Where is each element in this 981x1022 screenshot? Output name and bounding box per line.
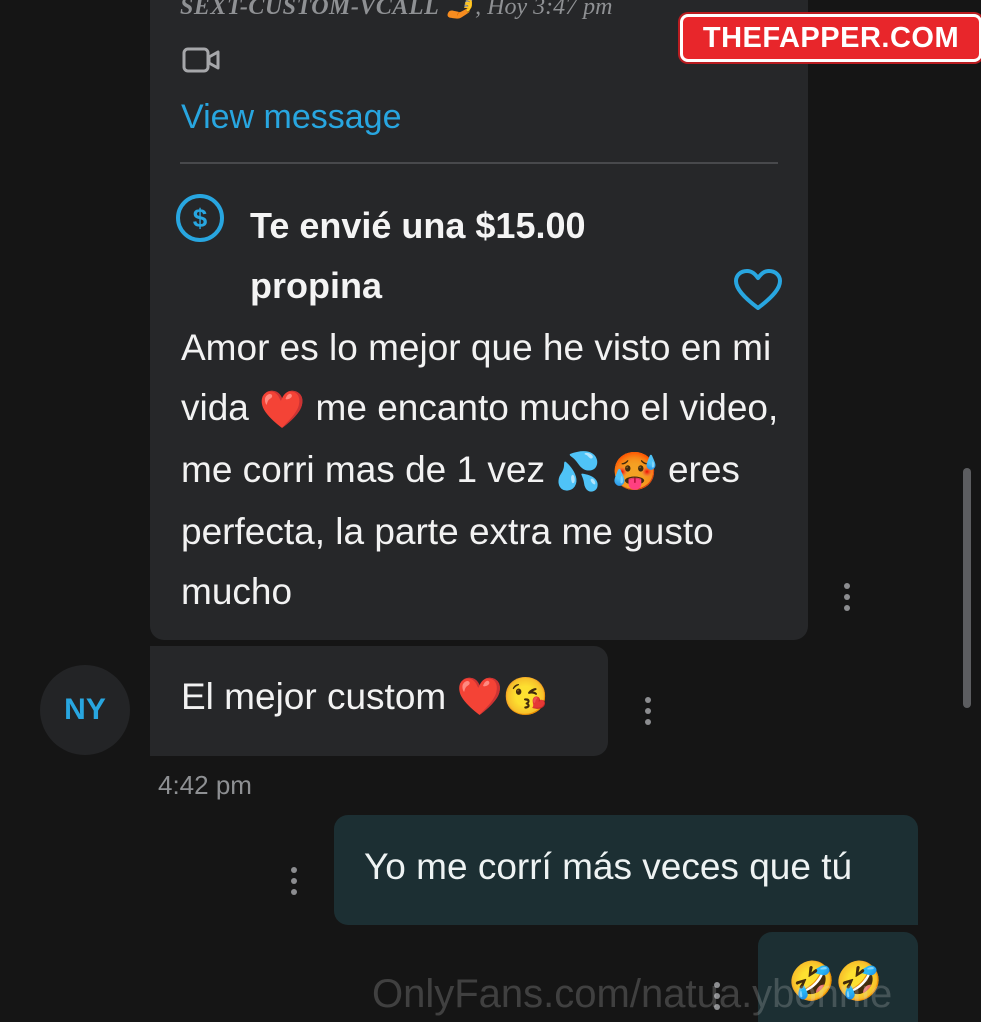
like-heart-icon[interactable] [732,268,784,312]
tip-message-body: Amor es lo mejor que he visto en mi vida… [181,318,781,622]
sender-name: SEXT-CUSTOM-VCALL [180,0,440,20]
watermark-logo: THEFAPPER.COM [680,14,981,62]
svg-text:$: $ [193,203,208,233]
sender-emoji: 🤳 [445,0,476,20]
dollar-circle-icon: $ [176,194,224,242]
message-time: , Hoy 3:47 pm [475,0,613,20]
divider [180,162,778,164]
watermark-text: OnlyFans.com/natua.ybonnie [372,972,893,1016]
outgoing-message-text: Yo me corrí más veces que tú [364,846,853,887]
message-options-icon[interactable] [842,583,852,617]
heart-kiss-emojis: ❤️😘 [456,676,549,717]
avatar[interactable]: NY [40,665,130,755]
tip-amount-text: Te envié una $15.00 propina [250,205,586,306]
hot-face-emoji: 🥵 [611,451,658,493]
scrollbar[interactable] [963,468,971,708]
sweat-droplets-emoji: 💦 [555,451,602,493]
message-header: SEXT-CUSTOM-VCALL 🤳, Hoy 3:47 pm [180,0,612,21]
message-options-icon[interactable] [643,697,653,731]
message-timestamp: 4:42 pm [158,770,252,800]
body-space [601,449,611,490]
red-heart-emoji: ❤️ [259,389,306,431]
view-message-link[interactable]: View message [181,98,402,137]
incoming-message-text: El mejor custom ❤️😘 [181,676,549,719]
message-options-icon[interactable] [289,867,299,901]
video-icon [182,47,220,73]
message-text: El mejor custom [181,676,457,717]
